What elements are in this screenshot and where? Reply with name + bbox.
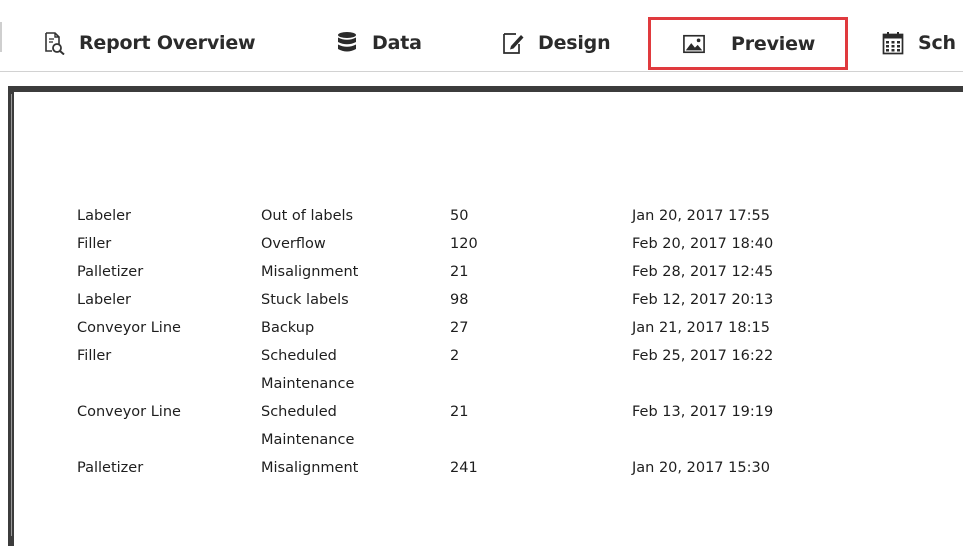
count-cell: 241 [450, 460, 478, 476]
count-cell: 98 [450, 292, 469, 308]
timestamp-cell: Feb 20, 2017 18:40 [632, 236, 774, 252]
database-icon [336, 31, 358, 55]
timestamp-cell: Jan 21, 2017 18:15 [632, 320, 770, 336]
preview-panel-edge [11, 94, 12, 536]
calendar-icon [882, 31, 904, 55]
report-preview-panel[interactable] [8, 86, 963, 546]
report-search-icon [43, 31, 65, 55]
count-cell: 50 [450, 208, 469, 224]
tab-data[interactable]: Data [336, 18, 422, 68]
reason-cell: Misalignment [261, 264, 359, 280]
machine-cell: Conveyor Line [77, 320, 181, 336]
tab-schedule-label: Sch [918, 32, 956, 54]
tab-schedule[interactable]: Sch [882, 18, 963, 68]
tab-preview-label: Preview [731, 32, 816, 55]
tab-data-label: Data [372, 32, 422, 54]
machine-cell: Labeler [77, 292, 131, 308]
edit-document-icon [502, 31, 524, 55]
timestamp-cell: Jan 20, 2017 17:55 [632, 208, 770, 224]
timestamp-cell: Feb 12, 2017 20:13 [632, 292, 774, 308]
count-cell: 2 [450, 348, 460, 364]
tab-design-label: Design [538, 32, 611, 54]
tab-bar-divider [0, 71, 963, 72]
image-icon [683, 32, 705, 56]
count-cell: 120 [450, 236, 478, 252]
machine-cell: Filler [77, 348, 112, 364]
reason-cell: Out of labels [261, 208, 354, 224]
timestamp-cell: Feb 25, 2017 16:22 [632, 348, 774, 364]
machine-cell: Labeler [77, 208, 131, 224]
reason-cell: Scheduled [261, 348, 337, 364]
reason-cell: Scheduled [261, 404, 337, 420]
machine-cell: Filler [77, 236, 112, 252]
tab-design[interactable]: Design [502, 18, 611, 68]
machine-cell: Conveyor Line [77, 404, 181, 420]
tab-report-overview-label: Report Overview [79, 32, 256, 54]
tab-bar: Report Overview Data Design Preview Sch [0, 0, 963, 86]
reason-cell: Misalignment [261, 460, 359, 476]
reason-cell: Stuck labels [261, 292, 349, 308]
count-cell: 21 [450, 264, 469, 280]
tab-preview[interactable]: Preview [648, 17, 848, 70]
timestamp-cell: Feb 28, 2017 12:45 [632, 264, 774, 280]
tab-report-overview[interactable]: Report Overview [43, 18, 256, 68]
reason-cell: Backup [261, 320, 315, 336]
reason-cell-line2: Maintenance [261, 432, 355, 448]
count-cell: 21 [450, 404, 469, 420]
tab-bar-edge [0, 22, 2, 52]
reason-cell-line2: Maintenance [261, 376, 355, 392]
machine-cell: Palletizer [77, 460, 144, 476]
reason-cell: Overflow [261, 236, 326, 252]
timestamp-cell: Feb 13, 2017 19:19 [632, 404, 774, 420]
timestamp-cell: Jan 20, 2017 15:30 [632, 460, 770, 476]
count-cell: 27 [450, 320, 469, 336]
machine-cell: Palletizer [77, 264, 144, 280]
